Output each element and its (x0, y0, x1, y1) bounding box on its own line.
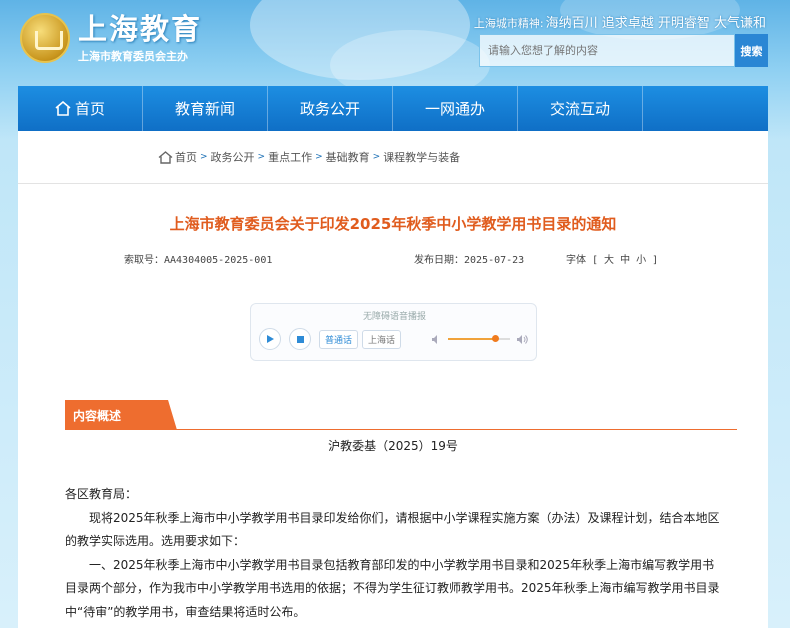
breadcrumb: 首页 > 政务公开 > 重点工作 > 基础教育 > 课程教学与装备 (18, 131, 768, 184)
index-number: 索取号：AA4304005-2025-001 (124, 255, 273, 266)
chevron-right-icon: > (257, 152, 266, 162)
player-label: 无障碍语音播报 (362, 312, 426, 322)
home-icon (158, 150, 173, 164)
motto-label: 上海城市精神: (473, 17, 544, 30)
body-paragraph: 现将2025年秋季上海市中小学教学用书目录印发给你们，请根据中小学课程实施方案（… (65, 510, 720, 549)
chevron-right-icon: > (372, 152, 381, 162)
volume-slider[interactable] (448, 335, 511, 342)
volume-control[interactable] (431, 334, 529, 345)
search-bar: 搜索 (479, 34, 768, 67)
breadcrumb-item[interactable]: 重点工作 (268, 149, 312, 165)
nav-item-home[interactable]: 首页 (18, 86, 143, 131)
volume-low-icon (432, 334, 438, 344)
main-nav: 首页 教育新闻 政务公开 一网通办 交流互动 (18, 86, 768, 131)
nav-item-label: 一网通办 (424, 100, 485, 118)
article-body: 各区教育局： 现将2025年秋季上海市中小学教学用书目录印发给你们，请根据中小学… (65, 483, 725, 624)
document-number: 沪教委基（2025）19号 (328, 439, 458, 453)
breadcrumb-home[interactable]: 首页 (158, 149, 197, 165)
nav-item-empty (643, 86, 768, 131)
nav-item-one-stop-service[interactable]: 一网通办 (393, 86, 518, 131)
logo-subtitle: 上海市教育委员会主办 (78, 50, 188, 63)
breadcrumb-item: 首页 (175, 151, 197, 164)
nav-item-label: 政务公开 (299, 100, 360, 118)
motto-text: 海纳百川 追求卓越 开明睿智 大气谦和 (545, 16, 766, 31)
play-button[interactable] (259, 328, 281, 350)
search-button[interactable]: 搜索 (735, 34, 768, 67)
chevron-right-icon: > (200, 152, 208, 162)
breadcrumb-item[interactable]: 基础教育 (326, 149, 370, 165)
font-size-switcher[interactable]: 字体 [ 大 中 小 ] (566, 251, 658, 266)
nav-item-education-news[interactable]: 教育新闻 (143, 86, 268, 131)
nav-item-interaction[interactable]: 交流互动 (518, 86, 643, 131)
salutation: 各区教育局： (65, 487, 138, 501)
mandarin-button[interactable]: 普通话 (319, 329, 359, 349)
chevron-right-icon: > (315, 152, 323, 162)
summary-divider (65, 429, 737, 430)
breadcrumb-item[interactable]: 政务公开 (211, 149, 255, 165)
article-title: 上海市教育委员会关于印发2025年秋季中小学教学用书目录的通知 (169, 215, 617, 233)
site-logo[interactable]: 上海教育 上海市教育委员会主办 (20, 12, 202, 64)
stop-icon (296, 335, 304, 343)
play-icon (267, 335, 274, 343)
summary-tab: 内容概述 (65, 400, 177, 430)
home-icon (55, 101, 71, 116)
nav-item-label: 教育新闻 (174, 100, 235, 118)
logo-title: 上海教育 (78, 12, 203, 46)
nav-item-label: 交流互动 (549, 100, 610, 118)
audio-player: 无障碍语音播报 普通话 上海话 (250, 303, 537, 361)
city-motto: 上海城市精神: 海纳百川 追求卓越 开明睿智 大气谦和 (474, 12, 766, 31)
site-header: 上海教育 上海市教育委员会主办 上海城市精神: 海纳百川 追求卓越 开明睿智 大气… (0, 0, 790, 100)
nav-item-label: 首页 (74, 100, 105, 118)
stop-button[interactable] (289, 328, 311, 350)
nav-item-government-affairs[interactable]: 政务公开 (268, 86, 393, 131)
body-paragraph: 一、2025年秋季上海市中小学教学用书目录包括教育部印发的中小学教学用书目录和2… (65, 557, 720, 619)
emblem-icon (20, 13, 70, 63)
volume-high-icon (517, 334, 528, 344)
publish-date: 发布日期：2025-07-23 (414, 255, 525, 266)
breadcrumb-item[interactable]: 课程教学与装备 (383, 149, 460, 165)
shanghainese-button[interactable]: 上海话 (362, 329, 402, 349)
content-panel: 首页 > 政务公开 > 重点工作 > 基础教育 > 课程教学与装备 上海市教育委… (18, 131, 768, 628)
search-input[interactable] (479, 34, 735, 67)
